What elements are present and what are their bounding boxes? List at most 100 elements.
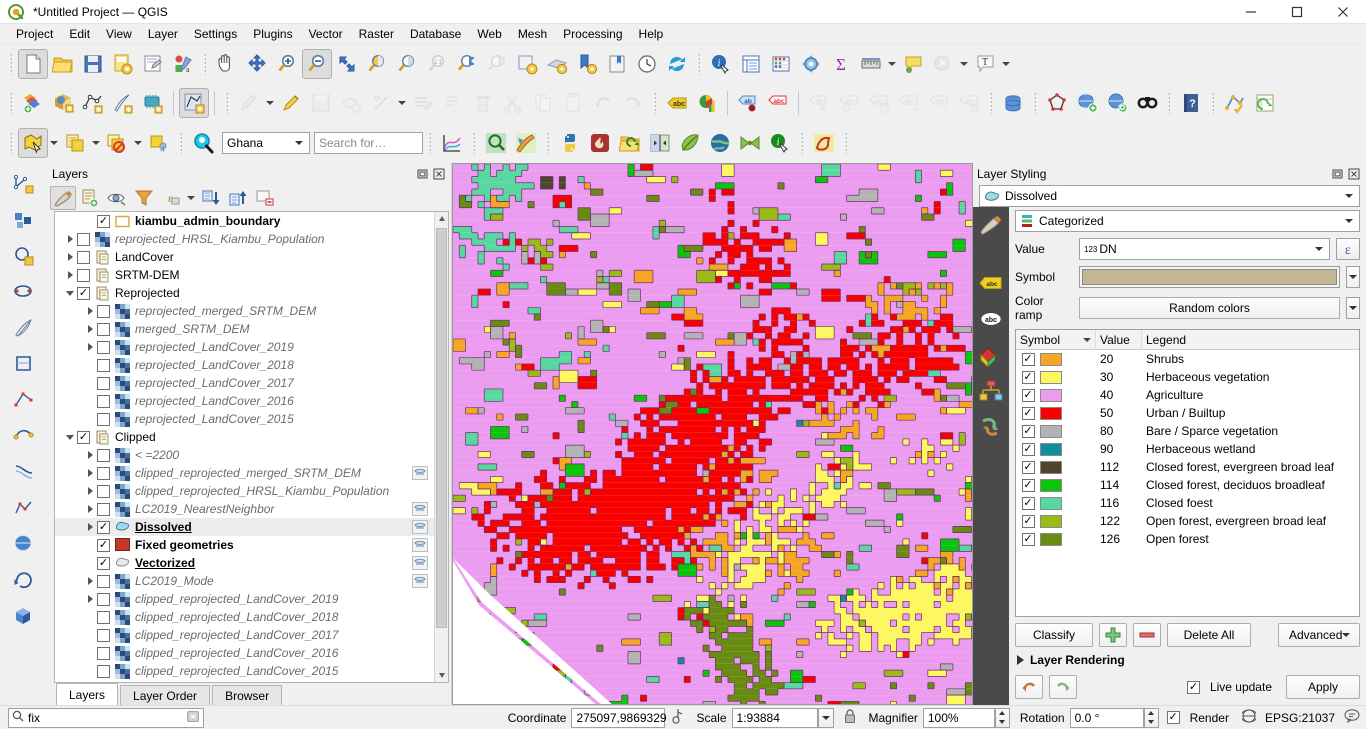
column-value[interactable]: Value — [1096, 330, 1142, 350]
select-dropdown-caret[interactable] — [48, 128, 60, 158]
symbology-icon[interactable] — [979, 213, 1003, 237]
menu-database[interactable]: Database — [402, 25, 469, 43]
qgis-fire-icon[interactable] — [585, 128, 615, 158]
layer-tree-item[interactable]: < =2200 — [55, 446, 434, 464]
add-feature-icon[interactable] — [336, 88, 366, 118]
map-canvas[interactable] — [452, 163, 973, 705]
menu-edit[interactable]: Edit — [61, 25, 98, 43]
toolbar-handle-2[interactable] — [201, 51, 209, 77]
feather-edit-icon[interactable] — [7, 311, 41, 345]
layer-tree-item[interactable]: LC2019_Mode — [55, 572, 434, 590]
layer-tree-item[interactable]: SRTM-DEM — [55, 266, 434, 284]
value-field-combo[interactable]: 123 DN — [1079, 238, 1330, 260]
layer-tree-item[interactable]: ✓ Clipped — [55, 428, 434, 446]
advanced-button[interactable]: Advanced — [1278, 623, 1360, 647]
layer-tree-item[interactable]: LandCover — [55, 248, 434, 266]
deselect-features-icon[interactable] — [102, 128, 132, 158]
layers-tree[interactable]: ✓ kiambu_admin_boundary reprojected_HRSL_… — [54, 211, 449, 683]
tree-expander-closed-icon[interactable] — [83, 572, 97, 590]
toolbar-handle-14[interactable] — [470, 130, 478, 156]
layer-visibility-checkbox[interactable] — [97, 592, 110, 606]
tree-expander-closed-icon[interactable] — [83, 500, 97, 518]
edit-in-place-icon[interactable] — [412, 520, 428, 534]
tree-expander-closed-icon[interactable] — [83, 518, 97, 536]
close-icon-styling[interactable] — [1346, 166, 1362, 182]
category-color-swatch[interactable] — [1040, 532, 1062, 546]
change-label-icon[interactable]: abc — [864, 88, 894, 118]
metasearch-icon[interactable] — [1072, 88, 1102, 118]
lock-scale-icon[interactable] — [834, 708, 864, 727]
layer-tree-item[interactable]: ✓ Fixed geometries — [55, 536, 434, 554]
category-row[interactable]: ✓ 20 Shrubs — [1016, 350, 1359, 368]
digitize-line-icon[interactable] — [7, 167, 41, 201]
layer-labeling-options-icon[interactable]: abc — [662, 88, 692, 118]
select-features-icon[interactable] — [18, 128, 48, 158]
layer-tree-item[interactable]: ✓ Reprojected — [55, 284, 434, 302]
zoom-full-icon[interactable] — [332, 49, 362, 79]
category-checkbox[interactable]: ✓ — [1021, 370, 1035, 384]
trace-polygon-icon[interactable] — [7, 347, 41, 381]
categories-table[interactable]: Symbol Value Legend ✓ 20 Shrubs ✓ 30 Herbaceo… — [1015, 329, 1360, 617]
menu-help[interactable]: Help — [631, 25, 672, 43]
magnifier-field[interactable]: 100% — [922, 707, 995, 728]
layer-tree-item[interactable]: reprojected_LandCover_2016 — [55, 392, 434, 410]
category-row[interactable]: ✓ 50 Urban / Builtup — [1016, 404, 1359, 422]
tree-expander-closed-icon[interactable] — [63, 266, 77, 284]
globe-tool-icon[interactable] — [7, 527, 41, 561]
vertex-tool-icon[interactable] — [366, 88, 396, 118]
layer-visibility-checkbox[interactable] — [97, 322, 110, 336]
3d-box-icon[interactable] — [7, 599, 41, 633]
layer-tree-item[interactable]: clipped_reprojected_merged_SRTM_DEM — [55, 464, 434, 482]
tree-expander-closed-icon[interactable] — [83, 446, 97, 464]
toolbar-handle-11[interactable] — [7, 130, 15, 156]
masks-icon[interactable]: abc — [979, 307, 1003, 331]
toolbar-handle-6[interactable] — [651, 90, 659, 116]
minimize-button[interactable] — [1228, 0, 1274, 24]
layer-visibility-checkbox[interactable]: ✓ — [97, 556, 110, 570]
tree-expander-closed-icon[interactable] — [83, 338, 97, 356]
zoom-previous-icon[interactable] — [452, 49, 482, 79]
measure-dropdown-caret[interactable] — [886, 49, 898, 79]
layer-visibility-checkbox[interactable] — [97, 412, 110, 426]
tree-expander-closed-icon[interactable] — [83, 320, 97, 338]
add-polygon-feature-icon[interactable] — [7, 203, 41, 237]
globe-plugin-icon[interactable] — [705, 128, 735, 158]
paint-map-icon[interactable] — [511, 128, 541, 158]
python-console-icon[interactable] — [555, 128, 585, 158]
category-row[interactable]: ✓ 90 Herbaceous wetland — [1016, 440, 1359, 458]
filter-legend-by-expression-icon[interactable]: ε — [158, 186, 184, 210]
category-checkbox[interactable]: ✓ — [1021, 424, 1035, 438]
column-symbol[interactable]: Symbol — [1016, 330, 1096, 350]
layer-visibility-checkbox[interactable] — [97, 610, 110, 624]
layer-visibility-checkbox[interactable]: ✓ — [97, 520, 110, 534]
toolbar-handle-16[interactable] — [798, 130, 806, 156]
cut-features-icon[interactable] — [498, 88, 528, 118]
paste-features-icon[interactable] — [558, 88, 588, 118]
add-wms-layer-icon[interactable]: ✱ — [48, 88, 78, 118]
plot-icon[interactable] — [437, 128, 467, 158]
symbol-preview-button[interactable] — [1079, 266, 1340, 288]
digitize-region-icon[interactable] — [809, 128, 839, 158]
green-plugin-icon[interactable] — [735, 128, 765, 158]
text-annotation-icon[interactable]: T — [970, 49, 1000, 79]
edit-in-place-icon[interactable] — [412, 538, 428, 552]
toggle-editing-icon[interactable] — [234, 88, 264, 118]
layer-visibility-checkbox[interactable] — [97, 574, 110, 588]
menu-raster[interactable]: Raster — [351, 25, 402, 43]
profile-tool-icon[interactable] — [1220, 88, 1250, 118]
close-button[interactable] — [1320, 0, 1366, 24]
add-group-icon[interactable] — [77, 186, 103, 210]
filter-expression-caret[interactable] — [185, 183, 197, 213]
layer-visibility-checkbox[interactable] — [97, 664, 110, 678]
category-color-swatch[interactable] — [1040, 424, 1062, 438]
layer-tree-item[interactable]: clipped_reprojected_LandCover_2019 — [55, 590, 434, 608]
layer-tree-item[interactable]: ✓ Dissolved — [55, 518, 434, 536]
renderer-combo[interactable]: Categorized — [1015, 210, 1360, 232]
remove-category-icon[interactable] — [1133, 623, 1161, 647]
category-color-swatch[interactable] — [1040, 370, 1062, 384]
refresh-icon[interactable] — [662, 49, 692, 79]
zoom-out-icon[interactable] — [302, 49, 332, 79]
open-layer-styling-panel-icon[interactable] — [50, 186, 76, 210]
toolbar-handle[interactable] — [7, 51, 15, 77]
undock-icon-styling[interactable] — [1330, 166, 1346, 182]
